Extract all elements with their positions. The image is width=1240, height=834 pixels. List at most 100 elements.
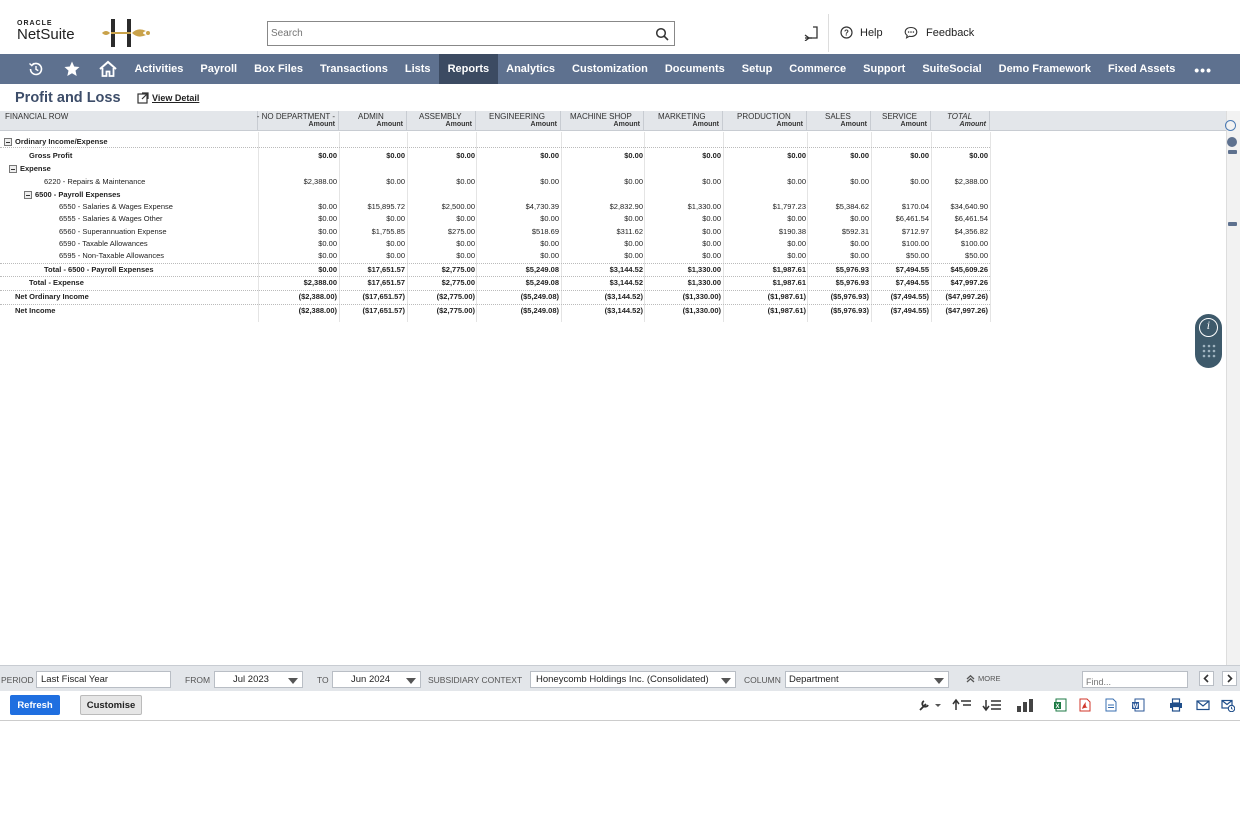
amount-cell[interactable]: $0.00 (318, 202, 337, 211)
scroll-thumb[interactable] (1228, 150, 1237, 154)
row-non-taxable-allowances[interactable]: 6595 - Non-Taxable Allowances $0.00 $0.00 $… (0, 250, 990, 262)
amount-cell[interactable]: ($47,997.26) (945, 292, 988, 301)
amount-cell[interactable]: $0.00 (787, 239, 806, 248)
excel-export-icon[interactable]: X (1053, 698, 1067, 712)
view-detail-link[interactable]: View Detail (137, 92, 199, 104)
csv-export-icon[interactable] (1104, 698, 1118, 712)
row-repairs-maintenance[interactable]: 6220 - Repairs & Maintenance $2,388.00 $0.… (0, 176, 990, 188)
amount-cell[interactable]: $1,797.23 (773, 202, 806, 211)
amount-cell[interactable]: $2,388.00 (304, 177, 337, 186)
header-production[interactable]: PRODUCTION Amount (723, 111, 807, 131)
amount-cell[interactable]: $2,832.90 (610, 202, 643, 211)
amount-cell[interactable]: $2,775.00 (442, 265, 475, 274)
amount-cell[interactable]: $0.00 (318, 265, 337, 274)
collapse-panel-icon[interactable] (1227, 137, 1237, 147)
amount-cell[interactable]: $5,976.93 (836, 265, 869, 274)
amount-cell[interactable]: $0.00 (624, 177, 643, 186)
amount-cell[interactable]: $0.00 (456, 151, 475, 160)
amount-cell[interactable]: $1,987.61 (773, 265, 806, 274)
header-admin[interactable]: ADMIN Amount (339, 111, 407, 131)
amount-cell[interactable]: $0.00 (540, 177, 559, 186)
amount-cell[interactable]: $0.00 (386, 151, 405, 160)
section-ordinary-income-expense[interactable]: Ordinary Income/Expense (0, 136, 990, 148)
amount-cell[interactable]: $3,144.52 (610, 278, 643, 287)
nav-suitesocial[interactable]: SuiteSocial (914, 54, 990, 84)
amount-cell[interactable]: ($5,976.93) (831, 292, 869, 301)
amount-cell[interactable]: $7,494.55 (896, 278, 929, 287)
amount-cell[interactable]: $0.00 (456, 177, 475, 186)
amount-cell[interactable]: ($1,330.00) (683, 306, 721, 315)
amount-cell[interactable]: $1,330.00 (688, 278, 721, 287)
amount-cell[interactable]: $0.00 (787, 177, 806, 186)
amount-cell[interactable]: ($5,249.08) (521, 292, 559, 301)
amount-cell[interactable]: $34,640.90 (950, 202, 988, 211)
bar-chart-icon[interactable] (1016, 698, 1034, 712)
amount-cell[interactable]: $0.00 (969, 151, 988, 160)
header-marketing[interactable]: MARKETING Amount (644, 111, 723, 131)
amount-cell[interactable]: $0.00 (540, 239, 559, 248)
header-sales[interactable]: SALES Amount (807, 111, 871, 131)
amount-cell[interactable]: $0.00 (456, 251, 475, 260)
amount-cell[interactable]: ($1,987.61) (768, 306, 806, 315)
amount-cell[interactable]: $0.00 (702, 151, 721, 160)
floating-assistant-widget[interactable]: i (1195, 314, 1222, 368)
nav-analytics[interactable]: Analytics (498, 54, 564, 84)
subsidiary-context-select[interactable]: Honeycomb Holdings Inc. (Consolidated) (530, 671, 736, 688)
amount-cell[interactable]: $50.00 (906, 251, 929, 260)
amount-cell[interactable]: $0.00 (624, 239, 643, 248)
amount-cell[interactable]: $7,494.55 (896, 265, 929, 274)
find-input[interactable] (1083, 674, 1183, 690)
collapse-all-icon[interactable] (952, 698, 972, 712)
header-machine-shop[interactable]: MACHINE SHOP Amount (561, 111, 644, 131)
amount-cell[interactable]: $0.00 (318, 151, 337, 160)
header-no-department[interactable]: - NO DEPARTMENT - Amount (257, 111, 339, 131)
nav-customization[interactable]: Customization (564, 54, 657, 84)
amount-cell[interactable]: $5,249.08 (526, 265, 559, 274)
amount-cell[interactable]: $311.62 (616, 227, 643, 236)
row-total-expense[interactable]: Total - Expense $2,388.00 $17,651.57 $2,775… (0, 276, 990, 288)
amount-cell[interactable]: $0.00 (456, 239, 475, 248)
column-select[interactable]: Department (785, 671, 949, 688)
collapse-toggle-icon[interactable] (9, 164, 17, 173)
amount-cell[interactable]: $2,388.00 (955, 177, 988, 186)
row-superannuation-expense[interactable]: 6560 - Superannuation Expense $0.00 $1,755… (0, 226, 990, 238)
find-next-button[interactable] (1222, 671, 1237, 686)
amount-cell[interactable]: ($17,651.57) (362, 306, 405, 315)
amount-cell[interactable]: $0.00 (787, 214, 806, 223)
amount-cell[interactable]: ($47,997.26) (945, 306, 988, 315)
nav-setup[interactable]: Setup (733, 54, 781, 84)
amount-cell[interactable]: $0.00 (624, 151, 643, 160)
info-icon[interactable] (1225, 120, 1236, 131)
grid-dots-icon[interactable] (1202, 344, 1216, 358)
amount-cell[interactable]: ($2,388.00) (299, 306, 337, 315)
from-select[interactable]: Jul 2023 (214, 671, 303, 688)
amount-cell[interactable]: $15,895.72 (367, 202, 405, 211)
header-total[interactable]: TOTAL Amount (931, 111, 990, 131)
amount-cell[interactable]: ($5,976.93) (831, 306, 869, 315)
amount-cell[interactable]: $1,755.85 (372, 227, 405, 236)
amount-cell[interactable]: ($2,775.00) (437, 292, 475, 301)
amount-cell[interactable]: $0.00 (787, 251, 806, 260)
amount-cell[interactable]: $275.00 (448, 227, 475, 236)
email-icon[interactable] (1196, 698, 1210, 712)
assistant-info-icon[interactable]: i (1199, 318, 1218, 337)
help-link[interactable]: ? Help (840, 26, 883, 39)
nav-commerce[interactable]: Commerce (781, 54, 855, 84)
amount-cell[interactable]: $17,651.57 (367, 278, 405, 287)
nav-support[interactable]: Support (855, 54, 914, 84)
nav-payroll[interactable]: Payroll (192, 54, 246, 84)
amount-cell[interactable]: $518.69 (532, 227, 559, 236)
amount-cell[interactable]: $0.00 (386, 177, 405, 186)
amount-cell[interactable]: $0.00 (318, 239, 337, 248)
amount-cell[interactable]: ($7,494.55) (891, 292, 929, 301)
netsuite-logo[interactable]: ORACLE NetSuite (17, 20, 75, 43)
search-input[interactable] (268, 22, 638, 45)
amount-cell[interactable]: $0.00 (540, 151, 559, 160)
word-export-icon[interactable]: W (1131, 698, 1145, 712)
amount-cell[interactable]: $4,356.82 (955, 227, 988, 236)
nav-recent[interactable] (18, 54, 54, 84)
amount-cell[interactable]: $1,987.61 (773, 278, 806, 287)
amount-cell[interactable]: ($1,987.61) (768, 292, 806, 301)
wrench-icon[interactable] (918, 698, 942, 712)
row-taxable-allowances[interactable]: 6590 - Taxable Allowances $0.00 $0.00 $0.00… (0, 238, 990, 250)
